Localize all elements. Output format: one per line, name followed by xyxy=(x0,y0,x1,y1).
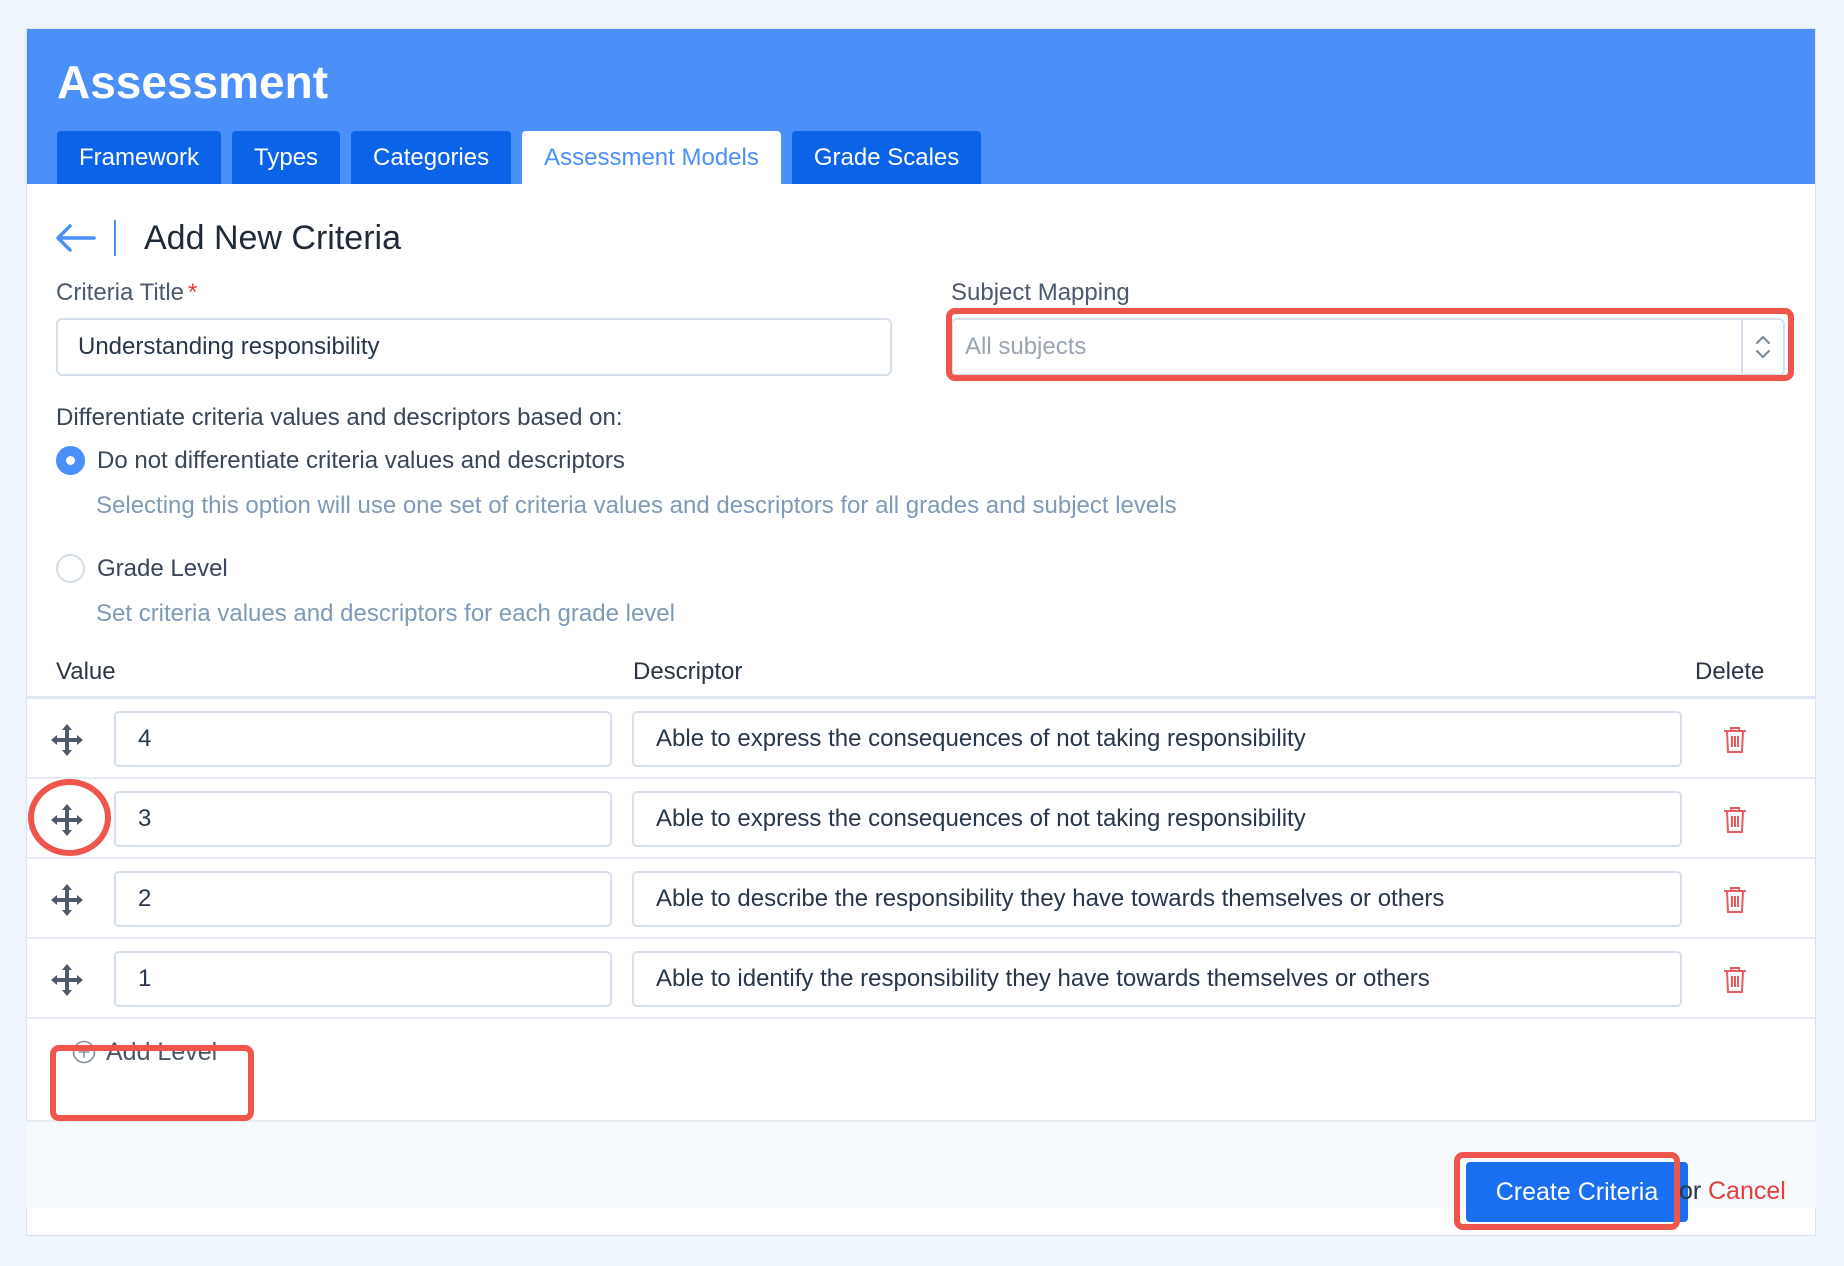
level-descriptor-input[interactable]: Able to describe the responsibility they… xyxy=(632,871,1682,927)
table-row: 1 Able to identify the responsibility th… xyxy=(26,939,1816,1019)
level-value-input[interactable]: 3 xyxy=(114,791,612,847)
level-descriptor-input[interactable]: Able to identify the responsibility they… xyxy=(632,951,1682,1007)
trash-icon[interactable] xyxy=(1722,726,1748,754)
trash-icon[interactable] xyxy=(1722,966,1748,994)
table-row: 4 Able to express the consequences of no… xyxy=(26,699,1816,779)
level-value-input[interactable]: 2 xyxy=(114,871,612,927)
trash-icon[interactable] xyxy=(1722,806,1748,834)
drag-handle-icon[interactable] xyxy=(50,963,84,997)
highlight-create-button xyxy=(1454,1152,1680,1230)
highlight-drag-handle xyxy=(28,779,111,856)
drag-handle-icon[interactable] xyxy=(50,723,84,757)
drag-handle-icon[interactable] xyxy=(50,883,84,917)
table-row: 2 Able to describe the responsibility th… xyxy=(26,859,1816,939)
highlight-add-level xyxy=(50,1045,254,1121)
level-value-input[interactable]: 4 xyxy=(114,711,612,767)
table-row: 3 Able to express the consequences of no… xyxy=(26,779,1816,859)
trash-icon[interactable] xyxy=(1722,886,1748,914)
or-text: or xyxy=(1679,1177,1702,1205)
cancel-link[interactable]: Cancel xyxy=(1708,1177,1786,1206)
criteria-table: 4 Able to express the consequences of no… xyxy=(26,0,1816,1266)
level-value-input[interactable]: 1 xyxy=(114,951,612,1007)
level-descriptor-input[interactable]: Able to express the consequences of not … xyxy=(632,711,1682,767)
level-descriptor-input[interactable]: Able to express the consequences of not … xyxy=(632,791,1682,847)
